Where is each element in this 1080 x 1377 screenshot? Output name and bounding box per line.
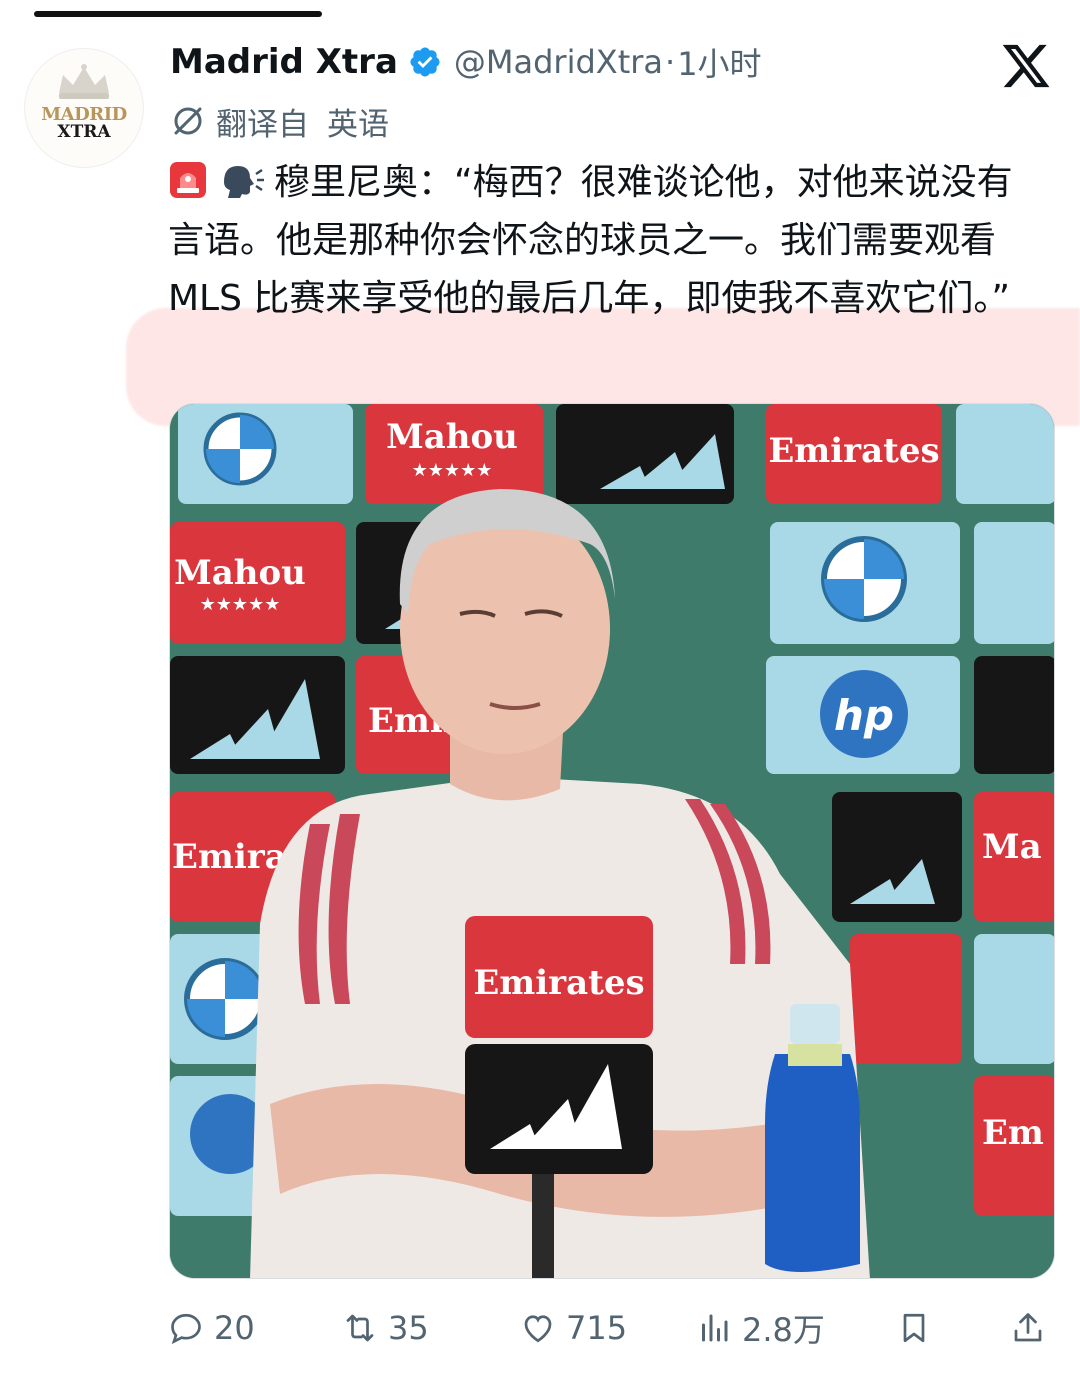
status-bar-indicator [34,11,322,17]
bookmark-button[interactable] [896,1300,932,1356]
svg-text:★★★★★: ★★★★★ [412,460,493,481]
svg-text:hp: hp [834,691,894,740]
x-logo-icon[interactable] [1000,40,1052,92]
speaking-head-emoji [224,166,264,198]
press-conference-photo: Mahou ★★★★★ Emirates Mahou ★★★★★ Emirat … [170,404,1054,1278]
board-mahou-3: Ma [982,827,1042,867]
views-chart-icon [702,1314,728,1342]
tweet-body-text: 穆里尼奥：“梅西？很难谈论他，对他来说没有言语。他是那种你会怀念的球员之一。我们… [168,162,1013,319]
board-emirates-1: Emirates [768,431,939,471]
svg-text:★★★★★: ★★★★★ [200,594,281,615]
reply-button[interactable]: 20 [168,1300,255,1356]
board-mahou-1: Mahou [386,417,518,457]
repost-button[interactable]: 35 [342,1300,429,1356]
repost-icon [346,1314,374,1342]
avatar[interactable]: MADRID XTRA [24,48,144,168]
verified-badge-icon [410,47,440,77]
avatar-logo-xtra: XTRA [57,121,111,142]
tweet-text: 穆里尼奥：“梅西？很难谈论他，对他来说没有言语。他是那种你会怀念的球员之一。我们… [168,154,1048,328]
board-mahou-2: Mahou [174,553,306,593]
heart-icon [524,1315,552,1343]
user-handle[interactable]: @MadridXtra [454,43,663,81]
tweet-media-image[interactable]: Mahou ★★★★★ Emirates Mahou ★★★★★ Emirat … [169,403,1055,1279]
bookmark-icon [903,1313,925,1343]
translate-icon [174,107,202,135]
share-button[interactable] [1010,1300,1046,1356]
tweet-header: Madrid Xtra @MadridXtra · 1小时 [170,38,762,86]
separator-dot: · [665,43,676,81]
translated-language: 英语 [327,106,389,143]
timestamp[interactable]: 1小时 [677,39,761,85]
display-name[interactable]: Madrid Xtra [170,42,398,82]
translation-info[interactable]: 翻译自 英语 [170,100,389,143]
views-count: 2.8万 [742,1311,825,1349]
tweet-action-bar: 20 35 715 2.8万 [168,1300,1052,1356]
reply-icon [171,1313,201,1345]
share-icon [1014,1313,1042,1342]
like-count: 715 [566,1309,628,1347]
translated-from-label: 翻译自 [216,106,309,143]
reply-count: 20 [214,1309,255,1347]
views-button[interactable]: 2.8万 [696,1300,825,1356]
rotating-light-emoji [170,162,206,198]
like-button[interactable]: 715 [520,1300,627,1356]
crown-icon [59,64,109,99]
desk-sign-emirates: Emirates [473,963,644,1003]
board-emirates-4: Em [982,1113,1044,1153]
repost-count: 35 [388,1309,429,1347]
